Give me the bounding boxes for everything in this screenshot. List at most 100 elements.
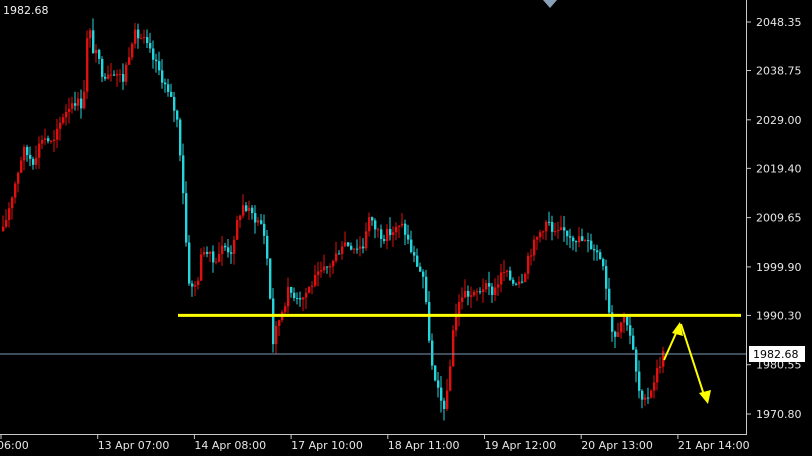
candle-body: [32, 158, 35, 165]
time-axis: 06:00 13 Apr 07:00 14 Apr 08:00 17 Apr 10:0…: [0, 434, 750, 452]
candle-body: [602, 259, 605, 267]
candle-body: [248, 207, 251, 211]
candle-body: [257, 220, 260, 223]
candle-body: [629, 325, 632, 336]
candle-body: [278, 320, 281, 326]
candle-body: [35, 157, 38, 165]
y-tick-label: 1970.80: [756, 408, 802, 421]
candle-body: [518, 281, 521, 285]
current-price-tag: 1982.68: [749, 346, 805, 362]
x-tick-label: 19 Apr 12:00: [485, 439, 557, 452]
candle-body: [191, 283, 194, 287]
candle-body: [161, 70, 164, 83]
candle-body: [503, 271, 506, 273]
candle-body: [152, 48, 155, 60]
candle-body: [95, 49, 98, 54]
candle-body: [476, 291, 479, 293]
candle-body: [104, 76, 107, 79]
candle-body: [353, 248, 356, 250]
candle-body: [488, 283, 491, 287]
candle-body: [536, 237, 539, 240]
scroll-marker[interactable]: [543, 0, 557, 8]
candle-body: [29, 155, 32, 159]
candle-body: [440, 387, 443, 401]
candle-body: [47, 138, 50, 142]
candle-body: [275, 325, 278, 345]
candle-body: [272, 298, 275, 345]
candle-body: [266, 235, 269, 259]
candle-body: [428, 302, 431, 341]
candle-body: [215, 261, 218, 263]
candle-body: [581, 236, 584, 241]
candle-body: [578, 236, 581, 243]
candle-body: [38, 143, 41, 158]
candles-layer: [2, 18, 665, 421]
candle-body: [242, 205, 245, 216]
candle-body: [74, 103, 77, 106]
candle-body: [122, 74, 125, 82]
candle-body: [164, 82, 167, 85]
candle-body: [374, 220, 377, 230]
candle-body: [296, 298, 299, 300]
candle-body: [647, 397, 650, 399]
candle-body: [545, 221, 548, 232]
candle-body: [557, 229, 560, 232]
candle-body: [650, 390, 653, 398]
candle-body: [422, 271, 425, 277]
candle-body: [56, 128, 59, 140]
candle-body: [209, 251, 212, 254]
y-tick-label: 1990.30: [756, 309, 802, 322]
candle-body: [311, 285, 314, 287]
candle-body: [287, 286, 290, 307]
candle-body: [644, 397, 647, 400]
y-tick-label: 2029.00: [756, 114, 802, 127]
candle-body: [338, 253, 341, 255]
candle-body: [575, 241, 578, 243]
candle-body: [347, 242, 350, 246]
candle-body: [197, 280, 200, 286]
candle-body: [395, 226, 398, 233]
x-tick-label: 17 Apr 10:00: [291, 439, 363, 452]
arrow-up-shaft: [663, 330, 678, 361]
x-tick-label: 18 Apr 11:00: [388, 439, 460, 452]
candle-body: [203, 251, 206, 255]
candle-body: [380, 229, 383, 240]
candle-body: [8, 208, 11, 221]
x-tick-label: 14 Apr 08:00: [194, 439, 266, 452]
arrow-down-head: [699, 390, 711, 404]
candle-body: [593, 249, 596, 251]
x-tick-label: 21 Apr 14:00: [678, 439, 750, 452]
candle-body: [143, 37, 146, 39]
candle-body: [434, 365, 437, 381]
candle-body: [149, 43, 152, 49]
candle-body: [464, 290, 467, 298]
candle-body: [410, 239, 413, 253]
candle-body: [515, 283, 518, 285]
candle-body: [101, 58, 104, 77]
candle-body: [206, 251, 209, 254]
candle-body: [71, 103, 74, 109]
candle-body: [185, 193, 188, 243]
candle-body: [554, 231, 557, 233]
candle-body: [356, 248, 359, 250]
forecast-arrows: [663, 322, 711, 404]
candle-body: [89, 30, 92, 39]
candle-body: [368, 217, 371, 232]
candle-body: [92, 30, 95, 54]
candle-body: [113, 74, 116, 76]
candle-body: [68, 108, 71, 112]
candle-body: [317, 271, 320, 275]
candle-body: [263, 223, 266, 236]
candle-body: [590, 240, 593, 250]
candle-body: [50, 140, 53, 142]
candle-body: [614, 331, 617, 337]
candle-body: [431, 340, 434, 366]
y-tick-label: 2019.40: [756, 162, 802, 175]
candle-body: [41, 140, 44, 144]
candle-body: [221, 245, 224, 255]
candle-body: [584, 240, 587, 242]
candle-body: [623, 316, 626, 323]
candle-body: [485, 283, 488, 290]
candle-body: [632, 335, 635, 350]
candle-body: [320, 270, 323, 272]
